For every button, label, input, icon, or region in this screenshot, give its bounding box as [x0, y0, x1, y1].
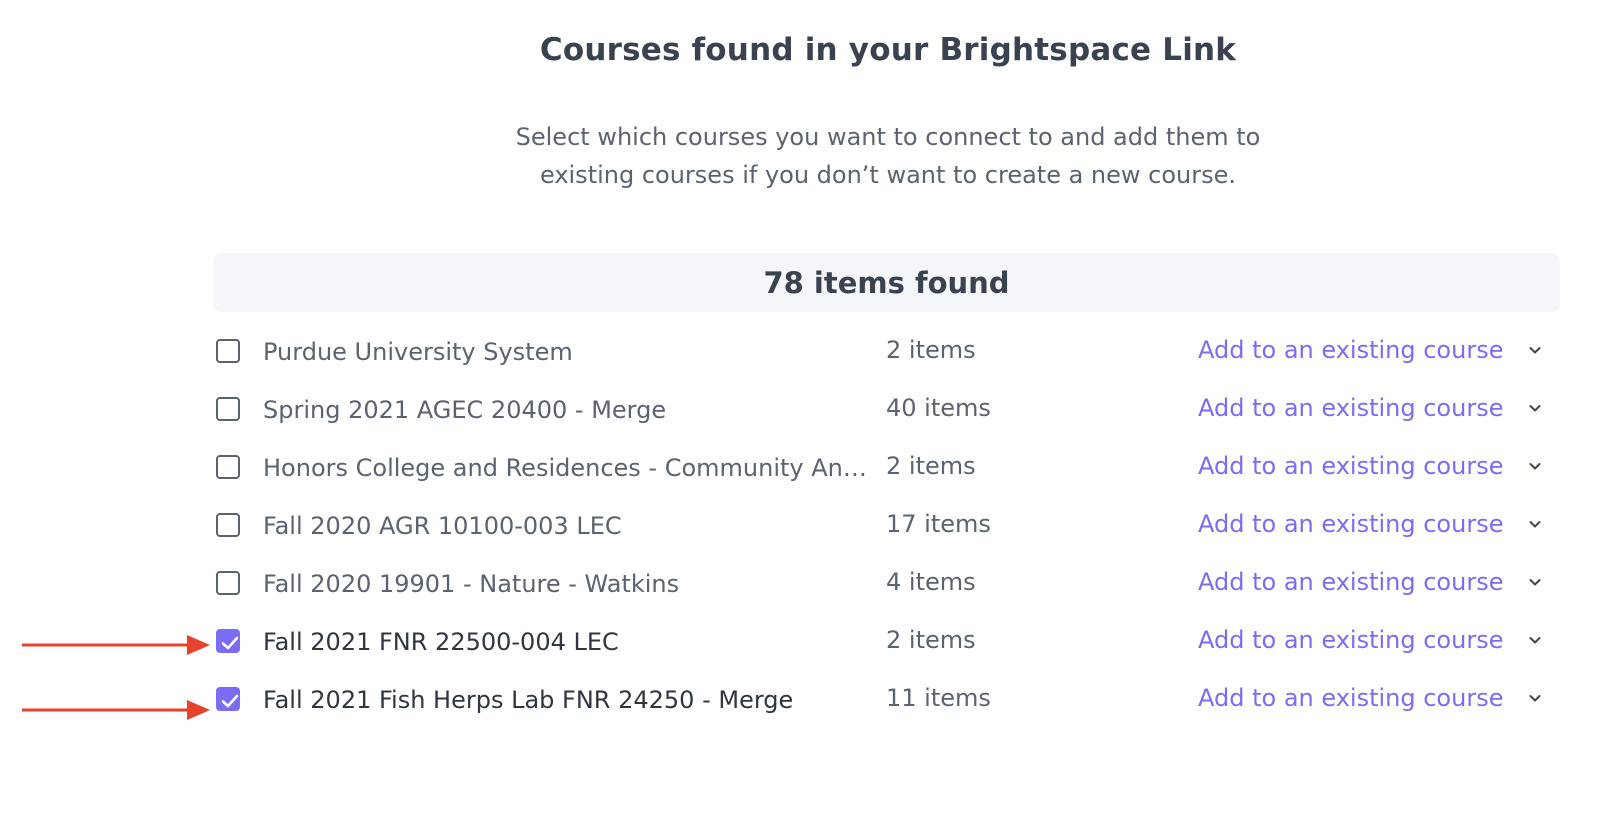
page-title: Courses found in your Brightspace Link	[539, 32, 1237, 68]
course-checkbox[interactable]	[216, 571, 240, 595]
course-name: Spring 2021 AGEC 20400 - Merge	[263, 396, 667, 424]
course-row: Honors College and Residences - Communit…	[213, 441, 1560, 499]
item-count: 11 items	[886, 684, 991, 712]
add-to-existing-course-dropdown[interactable]: Add to an existing course	[1198, 507, 1543, 541]
items-found-bar: 78 items found	[213, 253, 1560, 312]
add-to-existing-course-dropdown[interactable]: Add to an existing course	[1198, 391, 1543, 425]
course-name: Fall 2020 AGR 10100-003 LEC	[263, 512, 622, 540]
chevron-down-icon	[1529, 347, 1541, 354]
item-count: 17 items	[886, 510, 991, 538]
add-to-existing-course-label: Add to an existing course	[1198, 510, 1504, 538]
course-row: Fall 2020 AGR 10100-003 LEC 17 items Add…	[213, 499, 1560, 557]
check-icon	[221, 694, 239, 708]
course-row: Fall 2021 FNR 22500-004 LEC 2 items Add …	[213, 615, 1560, 673]
chevron-down-icon	[1529, 463, 1541, 470]
course-row: Purdue University System 2 items Add to …	[213, 325, 1560, 383]
add-to-existing-course-label: Add to an existing course	[1198, 626, 1504, 654]
course-row: Fall 2021 Fish Herps Lab FNR 24250 - Mer…	[213, 673, 1560, 731]
add-to-existing-course-label: Add to an existing course	[1198, 568, 1504, 596]
course-list: Purdue University System 2 items Add to …	[213, 325, 1560, 731]
chevron-down-icon	[1529, 405, 1541, 412]
item-count: 2 items	[886, 626, 976, 654]
course-name: Fall 2020 19901 - Nature - Watkins	[263, 570, 680, 598]
add-to-existing-course-label: Add to an existing course	[1198, 452, 1504, 480]
course-checkbox[interactable]	[216, 397, 240, 421]
page-subtitle: Select which courses you want to connect…	[0, 118, 1620, 194]
course-checkbox[interactable]	[216, 513, 240, 537]
subtitle-line-1: Select which courses you want to connect…	[515, 123, 1261, 151]
add-to-existing-course-label: Add to an existing course	[1198, 684, 1504, 712]
course-row: Fall 2020 19901 - Nature - Watkins 4 ite…	[213, 557, 1560, 615]
course-name: Fall 2021 Fish Herps Lab FNR 24250 - Mer…	[263, 686, 794, 714]
item-count: 2 items	[886, 452, 976, 480]
course-checkbox[interactable]	[216, 339, 240, 363]
chevron-down-icon	[1529, 579, 1541, 586]
annotation-arrow-icon	[22, 635, 210, 655]
add-to-existing-course-dropdown[interactable]: Add to an existing course	[1198, 681, 1543, 715]
course-checkbox[interactable]	[216, 455, 240, 479]
chevron-down-icon	[1529, 637, 1541, 644]
item-count: 4 items	[886, 568, 976, 596]
add-to-existing-course-dropdown[interactable]: Add to an existing course	[1198, 333, 1543, 367]
course-row: Spring 2021 AGEC 20400 - Merge 40 items …	[213, 383, 1560, 441]
add-to-existing-course-dropdown[interactable]: Add to an existing course	[1198, 623, 1543, 657]
add-to-existing-course-dropdown[interactable]: Add to an existing course	[1198, 565, 1543, 599]
items-found-label: 78 items found	[763, 265, 1010, 300]
annotation-arrow-icon	[22, 700, 210, 720]
course-name: Fall 2021 FNR 22500-004 LEC	[263, 628, 619, 656]
add-to-existing-course-label: Add to an existing course	[1198, 336, 1504, 364]
add-to-existing-course-dropdown[interactable]: Add to an existing course	[1198, 449, 1543, 483]
chevron-down-icon	[1529, 521, 1541, 528]
course-checkbox[interactable]	[216, 687, 240, 711]
check-icon	[221, 636, 239, 650]
item-count: 2 items	[886, 336, 976, 364]
subtitle-line-2: existing courses if you don’t want to cr…	[539, 161, 1237, 189]
item-count: 40 items	[886, 394, 991, 422]
course-name: Purdue University System	[263, 338, 573, 366]
chevron-down-icon	[1529, 695, 1541, 702]
course-checkbox[interactable]	[216, 629, 240, 653]
add-to-existing-course-label: Add to an existing course	[1198, 394, 1504, 422]
course-name: Honors College and Residences - Communit…	[263, 454, 875, 482]
